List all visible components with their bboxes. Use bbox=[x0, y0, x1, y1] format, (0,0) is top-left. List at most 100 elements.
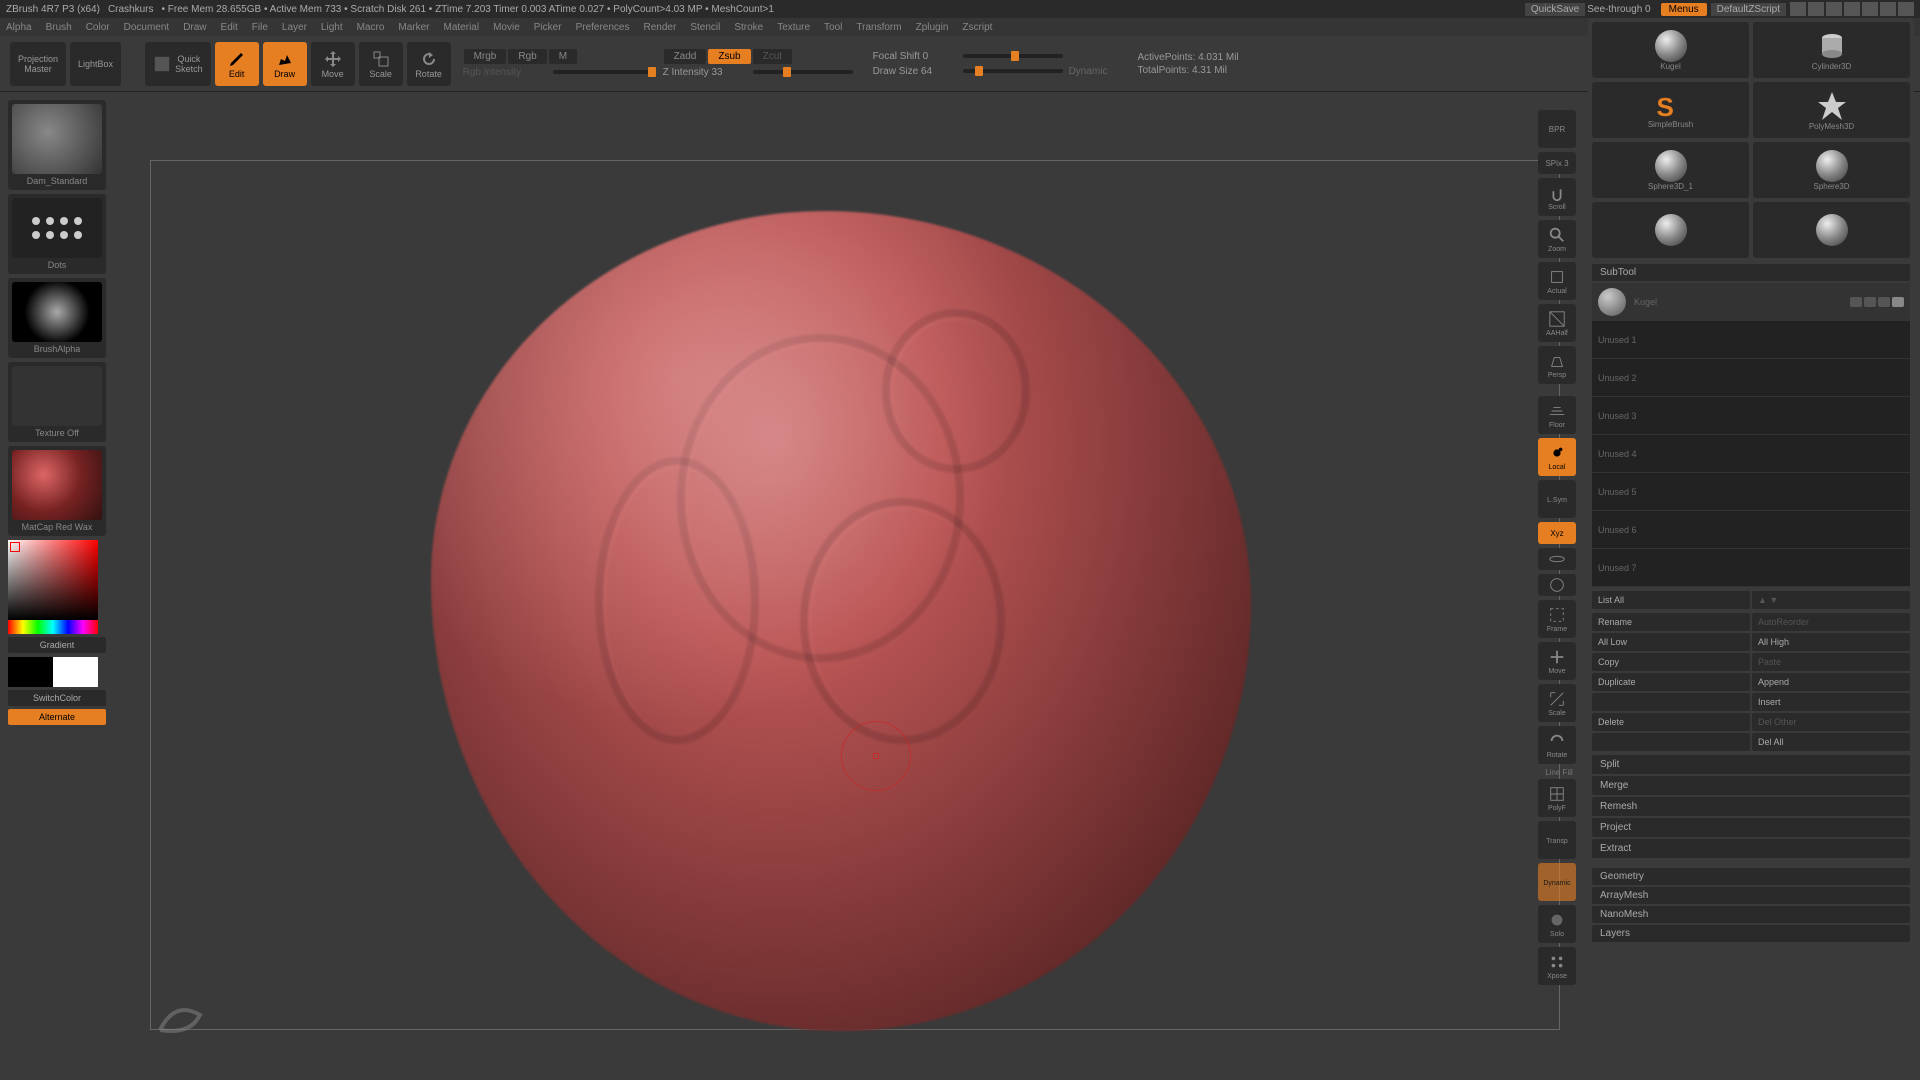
local-button[interactable]: Local bbox=[1538, 438, 1576, 476]
color-swatches[interactable] bbox=[8, 657, 106, 687]
draw-mode-button[interactable]: Draw bbox=[263, 42, 307, 86]
geometry-header[interactable]: Geometry bbox=[1592, 868, 1910, 885]
window-icon-2[interactable] bbox=[1808, 2, 1824, 16]
rgb-intensity-slider[interactable] bbox=[553, 70, 653, 74]
arrows-button[interactable]: ▲ ▼ bbox=[1752, 591, 1910, 609]
lsym-button[interactable]: L.Sym bbox=[1538, 480, 1576, 518]
lightbox-button[interactable]: LightBox bbox=[70, 42, 121, 86]
rot-y-button[interactable] bbox=[1538, 548, 1576, 570]
scale-mode-button[interactable]: Scale bbox=[359, 42, 403, 86]
menus-toggle[interactable]: Menus bbox=[1661, 3, 1707, 16]
zadd-button[interactable]: Zadd bbox=[664, 49, 707, 64]
quicksave-button[interactable]: QuickSave bbox=[1525, 3, 1585, 16]
tool-polymesh[interactable]: PolyMesh3D bbox=[1753, 82, 1910, 138]
maximize-icon[interactable] bbox=[1880, 2, 1896, 16]
quicksketch-button[interactable]: Quick Sketch bbox=[145, 42, 211, 86]
dock-move-button[interactable]: Move bbox=[1538, 642, 1576, 680]
subtool-header[interactable]: SubTool bbox=[1592, 264, 1910, 281]
subtool-row[interactable]: Unused 5 bbox=[1592, 473, 1910, 511]
rename-button[interactable]: Rename bbox=[1592, 613, 1750, 631]
floor-button[interactable]: Floor bbox=[1538, 396, 1576, 434]
menu-brush[interactable]: Brush bbox=[46, 22, 72, 33]
subtool-row[interactable]: Unused 3 bbox=[1592, 397, 1910, 435]
menu-texture[interactable]: Texture bbox=[777, 22, 810, 33]
scroll-button[interactable]: Scroll bbox=[1538, 178, 1576, 216]
sculpt-mesh[interactable] bbox=[431, 211, 1251, 1031]
brush-selector[interactable]: Dam_Standard bbox=[8, 100, 106, 190]
menu-draw[interactable]: Draw bbox=[183, 22, 206, 33]
visibility-toggles[interactable] bbox=[1850, 297, 1904, 307]
default-zscript[interactable]: DefaultZScript bbox=[1711, 3, 1786, 16]
dynamic-button[interactable]: Dynamic bbox=[1538, 863, 1576, 901]
alpha-selector[interactable]: BrushAlpha bbox=[8, 278, 106, 358]
tool-sphere1[interactable]: Sphere3D_1 bbox=[1592, 142, 1749, 198]
minimize-icon[interactable] bbox=[1862, 2, 1878, 16]
menu-file[interactable]: File bbox=[252, 22, 268, 33]
delall-button[interactable]: Del All bbox=[1752, 733, 1910, 751]
zsub-button[interactable]: Zsub bbox=[708, 49, 750, 64]
mrgb-button[interactable]: Mrgb bbox=[464, 49, 507, 64]
menu-zscript[interactable]: Zscript bbox=[962, 22, 992, 33]
focal-shift-slider[interactable] bbox=[963, 54, 1063, 58]
split-section[interactable]: Split bbox=[1592, 755, 1910, 774]
allhigh-button[interactable]: All High bbox=[1752, 633, 1910, 651]
menu-color[interactable]: Color bbox=[86, 22, 110, 33]
rot-z-button[interactable] bbox=[1538, 574, 1576, 596]
menu-macro[interactable]: Macro bbox=[357, 22, 385, 33]
tool-slot-8[interactable] bbox=[1753, 202, 1910, 258]
menu-tool[interactable]: Tool bbox=[824, 22, 842, 33]
zoom-button[interactable]: Zoom bbox=[1538, 220, 1576, 258]
subtool-row[interactable]: Unused 2 bbox=[1592, 359, 1910, 397]
tool-sphere2[interactable]: Sphere3D bbox=[1753, 142, 1910, 198]
subtool-row[interactable]: Unused 4 bbox=[1592, 435, 1910, 473]
rgb-button[interactable]: Rgb bbox=[508, 49, 546, 64]
insert-button[interactable]: Insert bbox=[1752, 693, 1910, 711]
project-section[interactable]: Project bbox=[1592, 818, 1910, 837]
document-viewport[interactable] bbox=[150, 160, 1560, 1030]
append-button[interactable]: Append bbox=[1752, 673, 1910, 691]
menu-alpha[interactable]: Alpha bbox=[6, 22, 32, 33]
tool-simplebrush[interactable]: SSimpleBrush bbox=[1592, 82, 1749, 138]
menu-edit[interactable]: Edit bbox=[221, 22, 238, 33]
delother-button[interactable]: Del Other bbox=[1752, 713, 1910, 731]
color-field[interactable] bbox=[8, 540, 98, 620]
stroke-selector[interactable]: Dots bbox=[8, 194, 106, 274]
menu-layer[interactable]: Layer bbox=[282, 22, 307, 33]
edit-mode-button[interactable]: Edit bbox=[215, 42, 259, 86]
material-selector[interactable]: MatCap Red Wax bbox=[8, 446, 106, 536]
rotate-mode-button[interactable]: Rotate bbox=[407, 42, 451, 86]
menu-render[interactable]: Render bbox=[644, 22, 677, 33]
tool-kugel[interactable]: Kugel bbox=[1592, 22, 1749, 78]
menu-light[interactable]: Light bbox=[321, 22, 343, 33]
aahalf-button[interactable]: AAHalf bbox=[1538, 304, 1576, 342]
xpose-button[interactable]: Xpose bbox=[1538, 947, 1576, 985]
merge-section[interactable]: Merge bbox=[1592, 776, 1910, 795]
tool-cylinder[interactable]: Cylinder3D bbox=[1753, 22, 1910, 78]
dynamic-label[interactable]: Dynamic bbox=[1069, 66, 1108, 77]
window-icon-3[interactable] bbox=[1826, 2, 1842, 16]
extract-section[interactable]: Extract bbox=[1592, 839, 1910, 858]
move-mode-button[interactable]: Move bbox=[311, 42, 355, 86]
layers-header[interactable]: Layers bbox=[1592, 925, 1910, 942]
subtool-row[interactable]: Unused 6 bbox=[1592, 511, 1910, 549]
draw-size-slider[interactable] bbox=[963, 69, 1063, 73]
arraymesh-header[interactable]: ArrayMesh bbox=[1592, 887, 1910, 904]
alternate-button[interactable]: Alternate bbox=[8, 709, 106, 725]
polyf-button[interactable]: PolyF bbox=[1538, 779, 1576, 817]
persp-button[interactable]: Persp bbox=[1538, 346, 1576, 384]
autoreorder-button[interactable]: AutoReorder bbox=[1752, 613, 1910, 631]
menu-stroke[interactable]: Stroke bbox=[734, 22, 763, 33]
tool-slot-7[interactable] bbox=[1592, 202, 1749, 258]
paste-button[interactable]: Paste bbox=[1752, 653, 1910, 671]
window-icon-1[interactable] bbox=[1790, 2, 1806, 16]
menu-material[interactable]: Material bbox=[444, 22, 480, 33]
menu-marker[interactable]: Marker bbox=[398, 22, 429, 33]
swatch-black[interactable] bbox=[8, 657, 53, 687]
projection-master-button[interactable]: Projection Master bbox=[10, 42, 66, 86]
subtool-row[interactable]: Unused 7 bbox=[1592, 549, 1910, 587]
listall-button[interactable]: List All bbox=[1592, 591, 1750, 609]
dock-rotate-button[interactable]: Rotate bbox=[1538, 726, 1576, 764]
subtool-row-active[interactable]: Kugel bbox=[1592, 283, 1910, 321]
menu-transform[interactable]: Transform bbox=[856, 22, 901, 33]
swatch-white[interactable] bbox=[53, 657, 98, 687]
